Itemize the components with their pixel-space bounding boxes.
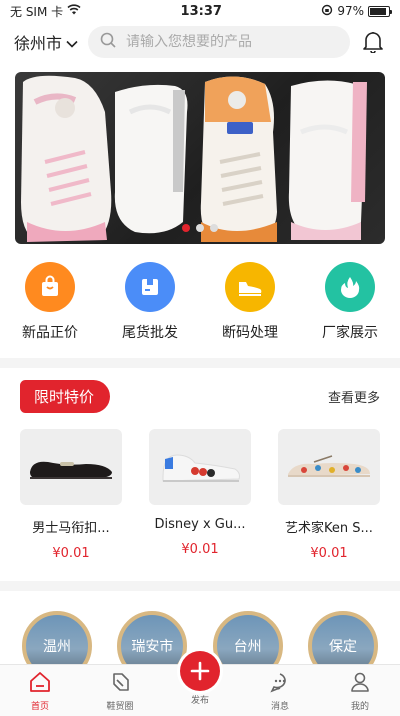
category-label: 尾货批发 [122,325,178,341]
user-icon [349,671,371,697]
tab-profile[interactable]: 我的 [330,671,390,712]
category-grid: 新品正价 尾货批发 断码处理 厂家展示 [0,256,400,358]
product-card[interactable]: 男士马衔扣... ¥0.01 [20,429,122,561]
rotation-lock-icon [321,4,333,19]
clock: 13:37 [180,3,222,19]
sneakers-image [21,75,367,242]
category-label: 厂家展示 [322,325,378,341]
flame-icon [325,262,375,312]
product-list: 男士马衔扣... ¥0.01 Disney x Gu... ¥0.01 艺术家K… [0,413,400,561]
search-icon [100,32,116,52]
home-screen: 无 SIM 卡 13:37 97% 徐州市 请输入您想要的产品 新品正价 尾货批… [0,0,400,716]
status-bar: 无 SIM 卡 13:37 97% [0,0,400,22]
product-price: ¥0.01 [310,546,348,561]
limited-offer-tag: 限时特价 [20,380,111,413]
shopping-bag-icon [25,262,75,312]
chevron-down-icon [66,33,78,52]
tab-shoe-circle[interactable]: 鞋贸圈 [90,671,150,712]
carrier-label: 无 SIM 卡 [10,4,64,19]
box-icon [125,262,175,312]
city-badge-label: 保定 [328,639,357,655]
carousel-dot[interactable] [182,224,190,232]
product-image [149,429,251,505]
category-factory-showcase[interactable]: 厂家展示 [305,262,395,342]
city-badge-label: 瑞安市 [131,639,174,655]
carousel-dot[interactable] [210,224,218,232]
product-image [278,429,380,505]
bottom-tab-bar: 首页 鞋贸圈 发布 消息 我的 [0,651,400,716]
product-name: Disney x Gu... [154,517,246,532]
product-name: 艺术家Ken S... [285,521,373,536]
chat-bubble-icon [269,671,291,697]
tab-label: 消息 [270,702,289,712]
city-label: 徐州市 [14,34,63,53]
tab-home[interactable]: 首页 [10,671,70,712]
city-badge-label: 台州 [233,639,262,655]
product-image [20,429,122,505]
wifi-icon [67,4,81,18]
search-bar[interactable] [88,26,350,58]
promo-banner[interactable] [15,72,385,244]
tab-label: 首页 [30,702,49,712]
product-card[interactable]: Disney x Gu... ¥0.01 [149,429,251,561]
header: 徐州市 [0,22,400,62]
product-name: 男士马衔扣... [32,521,110,536]
category-label: 新品正价 [22,325,78,341]
tab-publish[interactable]: 发布 [170,651,230,706]
search-input[interactable] [126,34,338,50]
shoe-icon [225,262,275,312]
city-selector[interactable]: 徐州市 [14,30,78,54]
plus-icon [180,651,220,691]
category-stock-wholesale[interactable]: 尾货批发 [105,262,195,342]
battery-percent: 97% [337,4,364,18]
banner-section [0,62,400,256]
shoe-circle-icon [109,671,131,697]
tab-label: 鞋贸圈 [106,702,134,712]
tab-label: 我的 [350,702,369,712]
tab-messages[interactable]: 消息 [250,671,310,712]
carousel-indicator [182,224,218,232]
battery-icon [367,5,392,17]
limited-offer-section: 限时特价 查看更多 男士马衔扣... ¥0.01 Disney x Gu... … [0,368,400,581]
product-price: ¥0.01 [52,546,90,561]
notification-bell-icon[interactable] [360,29,386,55]
home-icon [29,671,51,697]
product-card[interactable]: 艺术家Ken S... ¥0.01 [278,429,380,561]
product-price: ¥0.01 [181,542,219,557]
category-new-full-price[interactable]: 新品正价 [5,262,95,342]
category-broken-size[interactable]: 断码处理 [205,262,295,342]
category-label: 断码处理 [222,325,278,341]
city-badge-label: 温州 [43,639,71,655]
see-more-link[interactable]: 查看更多 [328,387,380,406]
carousel-dot[interactable] [196,224,204,232]
tab-label: 发布 [190,696,209,706]
